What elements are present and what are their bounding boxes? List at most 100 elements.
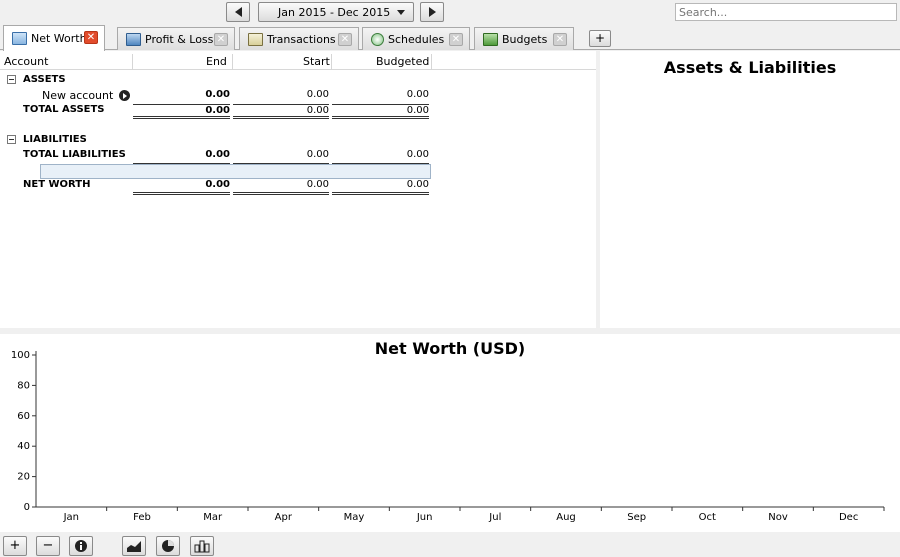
report-tabs: Net Worth ✕ Profit & Loss ✕ Transactions… [0, 25, 900, 51]
chart-canvas: 0 20 40 60 80 100 Jan Feb Mar Apr May Jun Jul Aug Sep O… [11, 350, 885, 523]
info-icon [75, 540, 87, 552]
x-tick-label: Jan [63, 512, 79, 523]
bar-chart-button[interactable] [190, 536, 214, 556]
end-total: 0.00 [133, 149, 230, 164]
search-input[interactable] [675, 3, 897, 21]
column-header-account[interactable]: Account [4, 55, 48, 68]
add-account-button[interactable]: + [3, 536, 27, 556]
end-value: 0.00 [205, 89, 230, 100]
date-range-select[interactable]: Jan 2015 - Dec 2015 [258, 2, 414, 22]
tab-transactions[interactable]: Transactions ✕ [239, 27, 359, 50]
budgeted-total: 0.00 [332, 104, 429, 119]
close-tab-icon[interactable]: ✕ [338, 33, 352, 46]
collapse-assets-icon[interactable] [7, 75, 16, 84]
triangle-right-icon [428, 7, 436, 17]
new-row-editor[interactable] [40, 164, 431, 179]
area-chart-button[interactable] [122, 536, 146, 556]
total-liabilities-row: TOTAL LIABILITIES 0.00 0.00 0.00 [0, 148, 596, 164]
tab-label: Transactions [267, 32, 336, 46]
start-value: 0.00 [306, 89, 329, 100]
end-total: 0.00 [133, 104, 230, 119]
x-tick-label: Sep [627, 512, 646, 523]
y-tick-label: 100 [11, 350, 30, 361]
chevron-down-icon [397, 10, 405, 15]
tab-net-worth[interactable]: Net Worth ✕ [3, 25, 105, 51]
tab-label: Budgets [502, 32, 548, 46]
total-assets-row: TOTAL ASSETS 0.00 0.00 0.00 [0, 103, 596, 119]
money-icon [483, 32, 498, 46]
table-row[interactable]: New account 0.00 0.00 0.00 [0, 88, 596, 103]
tab-label: Schedules [388, 32, 445, 46]
start-net-worth: 0.00 [233, 179, 329, 195]
tab-schedules[interactable]: Schedules ✕ [362, 27, 470, 50]
x-tick-label: Jun [416, 512, 433, 523]
tab-label: Net Worth [31, 32, 87, 45]
y-tick-label: 40 [17, 441, 30, 452]
column-header-end[interactable]: End [206, 55, 227, 68]
close-tab-icon[interactable]: ✕ [214, 33, 228, 46]
x-tick-label: May [344, 512, 365, 523]
assets-liabilities-pane: Assets & Liabilities [600, 51, 900, 328]
x-tick-label: Nov [768, 512, 788, 523]
bar-chart-icon [126, 32, 141, 46]
top-toolbar: Jan 2015 - Dec 2015 [0, 0, 900, 26]
x-tick-label: Dec [839, 512, 858, 523]
tab-budgets[interactable]: Budgets ✕ [474, 27, 574, 50]
assets-liabilities-title: Assets & Liabilities [663, 58, 837, 77]
info-button[interactable] [69, 536, 93, 556]
x-tick-label: Feb [133, 512, 151, 523]
x-tick-label: Mar [203, 512, 223, 523]
table-header: Account End Start Budgeted [0, 53, 596, 70]
clock-icon [371, 32, 384, 46]
budgeted-value: 0.00 [406, 89, 429, 100]
column-divider [132, 54, 133, 70]
y-tick-label: 80 [17, 380, 30, 391]
end-net-worth: 0.00 [133, 179, 230, 195]
date-range-label: Jan 2015 - Dec 2015 [278, 6, 391, 19]
column-divider [232, 54, 233, 70]
column-divider [331, 54, 332, 70]
close-tab-icon[interactable]: ✕ [553, 33, 567, 46]
collapse-liabilities-icon[interactable] [7, 135, 16, 144]
net-worth-label: NET WORTH [23, 179, 91, 190]
start-total: 0.00 [233, 104, 329, 119]
net-worth-table: Account End Start Budgeted ASSETS New ac… [0, 51, 596, 328]
pie-chart-icon [162, 540, 174, 552]
add-tab-button[interactable]: + [589, 30, 611, 47]
triangle-left-icon [234, 7, 242, 17]
x-tick-label: Apr [275, 512, 293, 523]
x-tick-label: Aug [556, 512, 576, 523]
y-tick-label: 20 [17, 472, 30, 483]
net-worth-row: NET WORTH 0.00 0.00 0.00 [0, 178, 596, 195]
y-tick-label: 0 [24, 502, 30, 513]
x-tick-label: Oct [699, 512, 716, 523]
group-label: ASSETS [23, 74, 66, 85]
x-tick-label: Jul [488, 512, 501, 523]
assets-group-row: ASSETS [0, 73, 596, 88]
bottom-toolbar: + − [0, 533, 900, 557]
tab-profit-loss[interactable]: Profit & Loss ✕ [117, 27, 235, 50]
bar-chart-icon [194, 540, 210, 553]
liabilities-group-row: LIABILITIES [0, 133, 596, 148]
column-header-start[interactable]: Start [303, 55, 330, 68]
column-header-budgeted[interactable]: Budgeted [376, 55, 429, 68]
close-tab-icon[interactable]: ✕ [449, 33, 463, 46]
column-divider [431, 54, 432, 70]
y-tick-label: 60 [17, 411, 30, 422]
account-name: New account [42, 89, 114, 102]
total-label: TOTAL LIABILITIES [23, 149, 126, 160]
chart-line-icon [12, 32, 27, 45]
remove-account-button[interactable]: − [36, 536, 60, 556]
arrow-right-circle-icon[interactable] [119, 90, 130, 101]
total-label: TOTAL ASSETS [23, 104, 105, 115]
pie-chart-button[interactable] [156, 536, 180, 556]
area-chart-icon [127, 541, 141, 552]
net-worth-chart: Net Worth (USD) 0 20 40 60 80 100 Jan Feb Mar Apr… [0, 334, 900, 532]
ledger-icon [248, 32, 263, 46]
previous-period-button[interactable] [226, 2, 250, 22]
budgeted-net-worth: 0.00 [332, 179, 429, 195]
next-period-button[interactable] [420, 2, 444, 22]
close-tab-icon[interactable]: ✕ [84, 31, 98, 44]
tab-label: Profit & Loss [145, 32, 214, 46]
budgeted-total: 0.00 [332, 149, 429, 164]
